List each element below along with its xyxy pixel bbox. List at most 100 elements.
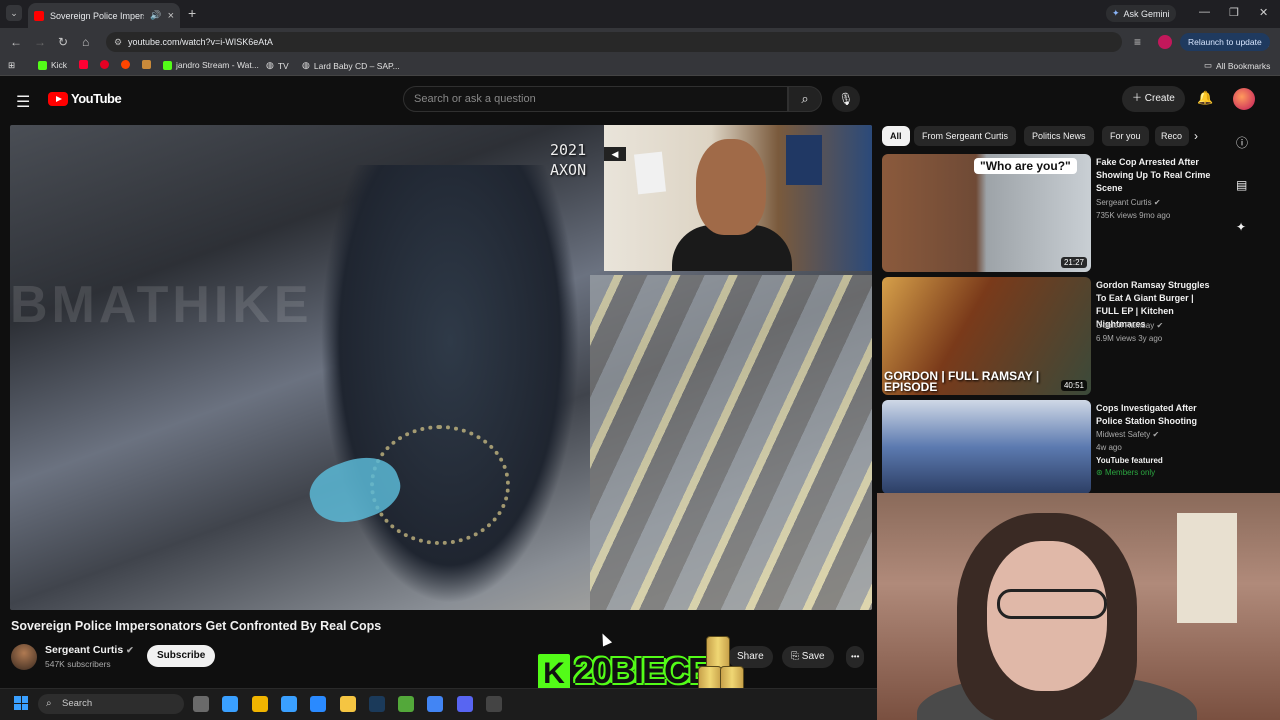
create-button[interactable]: ＋ Create	[1122, 86, 1185, 112]
photos-icon[interactable]	[280, 696, 297, 712]
recommendation-thumbnail[interactable]: GORDON | FULL RAMSAY | EPISODE 40:51	[882, 277, 1091, 395]
youtube-logo[interactable]: YouTube	[48, 91, 122, 106]
microphone-icon[interactable]: 🎙	[832, 86, 860, 112]
kick-icon	[38, 60, 47, 70]
back-icon[interactable]: ←	[10, 35, 22, 49]
all-bookmarks-label: All Bookmarks	[1216, 60, 1271, 71]
media-control-icon[interactable]: ≡	[1134, 35, 1141, 49]
ask-gemini-button[interactable]: ✦ Ask Gemini	[1106, 5, 1176, 22]
verified-icon: ✔	[1156, 321, 1164, 330]
chevron-right-icon[interactable]: ›	[1194, 129, 1198, 143]
forward-icon[interactable]: →	[34, 35, 46, 49]
reddit-icon	[121, 60, 130, 69]
minecraft-icon[interactable]	[398, 696, 415, 712]
gemini-icon: ✦	[1112, 8, 1120, 18]
bookmark-item[interactable]	[121, 60, 130, 69]
calculator-icon[interactable]	[310, 696, 327, 712]
new-tab-button[interactable]: +	[188, 5, 196, 21]
site-icon	[142, 60, 151, 69]
task-view-icon[interactable]	[193, 696, 209, 712]
recommendation-title[interactable]: Cops Investigated After Police Station S…	[1096, 402, 1214, 428]
more-actions-button[interactable]: •••	[846, 646, 865, 668]
recommendation-item[interactable]: GORDON | FULL RAMSAY | EPISODE 40:51 Gor…	[882, 277, 1212, 395]
guide-menu-icon[interactable]: ☰	[16, 92, 30, 112]
bookmark-item[interactable]: jandro Stream - Wat...	[163, 60, 259, 70]
bookmark-item[interactable]: ◍ Lard Baby CD – SAP...	[302, 60, 400, 71]
reload-icon[interactable]: ↻	[58, 35, 68, 49]
restore-icon[interactable]: ❐	[1229, 6, 1239, 19]
chrome-icon[interactable]	[427, 696, 444, 712]
bodycam-overlay: 2021 AXON	[550, 140, 586, 180]
home-icon[interactable]: ⌂	[82, 35, 89, 49]
chip-politics-news[interactable]: Politics News	[1024, 126, 1094, 146]
widgets-icon[interactable]	[222, 696, 239, 712]
bodycam-brand: AXON	[550, 161, 587, 179]
save-button[interactable]: ⎘ Save	[782, 646, 834, 668]
browser-tab[interactable]: Sovereign Police Imperson 🔊 ×	[28, 3, 180, 28]
recommendation-channel-name: Sergeant Curtis	[1096, 198, 1152, 207]
file-explorer-icon[interactable]	[339, 696, 356, 712]
site-info-icon[interactable]: ⚙	[114, 32, 122, 52]
bookmark-item[interactable]: ◍ TV	[266, 60, 289, 71]
chat-icon[interactable]: ▤	[1236, 178, 1247, 192]
recommendation-thumbnail[interactable]: "Who are you?" 21:27	[882, 154, 1091, 272]
discord-icon[interactable]	[456, 696, 473, 712]
save-label: Save	[801, 651, 825, 662]
video-frame-pavement	[590, 275, 872, 610]
thumbnail-caption: "Who are you?"	[974, 158, 1077, 174]
sparkle-icon[interactable]: ✦	[1236, 220, 1246, 234]
bookmark-item[interactable]: Kick	[38, 60, 67, 70]
members-only-badge: ⊛ Members only	[1096, 468, 1155, 477]
close-window-icon[interactable]: ✕	[1259, 6, 1268, 19]
search-input[interactable]: Search or ask a question	[403, 86, 788, 112]
recommendation-item[interactable]: "Who are you?" 21:27 Fake Cop Arrested A…	[882, 154, 1212, 272]
close-tab-icon[interactable]: ×	[168, 10, 174, 22]
webcam-glasses	[997, 589, 1107, 619]
apps-icon[interactable]: ⊞	[8, 60, 15, 71]
all-bookmarks[interactable]: ▭ All Bookmarks	[1204, 60, 1270, 71]
relaunch-button[interactable]: Relaunch to update	[1180, 33, 1270, 51]
chip-recommended[interactable]: Reco	[1155, 126, 1189, 146]
bookmark-item[interactable]	[142, 60, 151, 69]
windows-start-icon[interactable]	[14, 696, 28, 710]
chip-all[interactable]: All	[882, 126, 910, 146]
account-avatar[interactable]	[1233, 88, 1255, 110]
save-icon: ⎘	[791, 651, 802, 662]
bookmark-item[interactable]	[100, 60, 109, 69]
notifications-bell-icon[interactable]: 🔔	[1197, 90, 1213, 106]
obs-icon[interactable]	[486, 696, 502, 712]
taskbar-search-label: Search	[62, 698, 93, 709]
youtube-play-icon	[48, 91, 68, 106]
chip-from-channel[interactable]: From Sergeant Curtis	[914, 126, 1017, 146]
profile-avatar[interactable]	[1158, 35, 1172, 49]
tab-title: Sovereign Police Imperson	[50, 10, 144, 21]
bookmark-label: TV	[277, 60, 289, 71]
bookmark-item[interactable]	[79, 60, 88, 69]
channel-avatar[interactable]	[11, 644, 37, 670]
bookmark-label: Lard Baby CD – SAP...	[313, 60, 400, 71]
inset-book	[633, 151, 667, 195]
recommendation-meta: 4w ago	[1096, 443, 1122, 452]
minimize-icon[interactable]: —	[1199, 6, 1210, 18]
video-player[interactable]: BMATHIKE ◀ 2021 AXON	[10, 125, 872, 610]
video-duration: 21:27	[1060, 257, 1087, 268]
info-icon[interactable]: ⓘ	[1236, 134, 1248, 151]
thumbnail-caption: GORDON | FULL RAMSAY | EPISODE	[884, 369, 1040, 394]
subscribe-button[interactable]: Subscribe	[147, 645, 216, 667]
recommendation-channel-name: Midwest Safety	[1096, 430, 1151, 439]
bookmarks-bar: ⊞ Kick jandro Stream - Wat... ◍ TV ◍ Lard …	[0, 56, 1280, 76]
edge-icon[interactable]	[251, 696, 268, 712]
recommendation-thumbnail[interactable]	[882, 400, 1091, 494]
recommendation-title[interactable]: Fake Cop Arrested After Showing Up To Re…	[1096, 156, 1214, 195]
video-duration: 40:51	[1060, 380, 1087, 391]
address-bar[interactable]: ⚙ youtube.com/watch?v=i-WISK6eAtA	[106, 32, 1122, 52]
chip-for-you[interactable]: For you	[1102, 126, 1149, 146]
steam-icon[interactable]	[368, 696, 385, 712]
taskbar-search[interactable]: ⌕ Search	[38, 694, 184, 714]
channel-name[interactable]: Sergeant Curtis ✔	[45, 644, 134, 656]
tab-search-icon[interactable]: ⌄	[6, 5, 22, 21]
speaker-icon[interactable]: 🔊	[150, 10, 161, 21]
recommendation-meta: 735K views 9mo ago	[1096, 211, 1171, 220]
search-icon[interactable]: ⌕	[788, 86, 822, 112]
recommendation-item[interactable]: Cops Investigated After Police Station S…	[882, 400, 1212, 494]
